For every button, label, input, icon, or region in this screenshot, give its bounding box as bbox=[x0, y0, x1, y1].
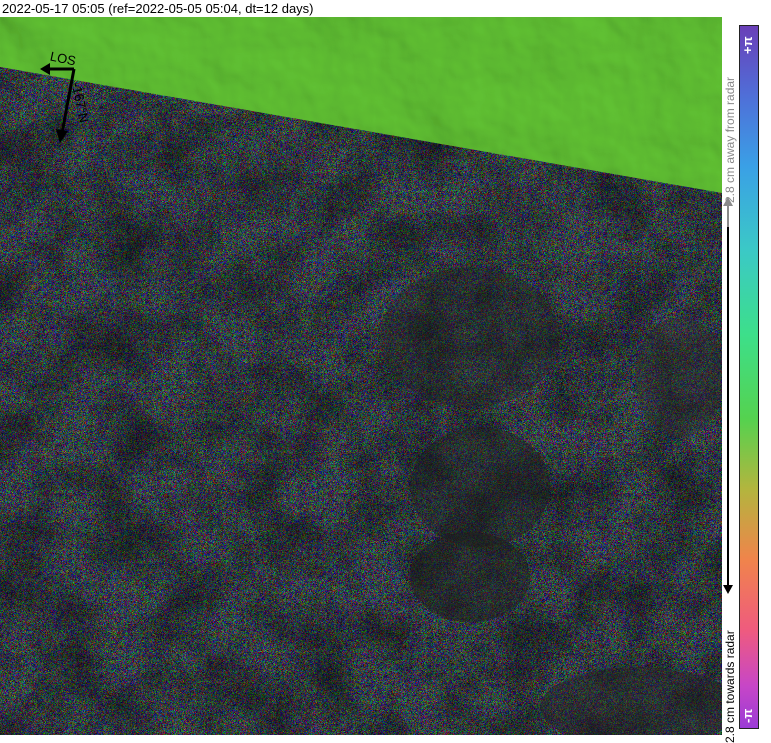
colorbar-max-label: +π bbox=[740, 36, 755, 54]
towards-radar-label: 2.8 cm towards radar bbox=[723, 630, 737, 743]
map-title: 2022-05-17 05:05 (ref=2022-05-05 05:04, … bbox=[0, 0, 724, 17]
colorbar-min-label: -π bbox=[740, 708, 755, 724]
toward-arrow-line bbox=[727, 227, 729, 589]
terrain-layer bbox=[0, 17, 722, 735]
toward-arrow-icon bbox=[723, 585, 733, 594]
colorbar-gradient bbox=[739, 25, 759, 729]
away-from-radar-label: 2.8 cm away from radar bbox=[723, 76, 737, 203]
phase-colorbar: +π -π 2.8 cm away from radar 2.8 cm towa… bbox=[722, 17, 771, 743]
los-arrow-icon bbox=[40, 63, 76, 143]
interferogram-map[interactable]: LOS -167°N bbox=[0, 17, 722, 735]
